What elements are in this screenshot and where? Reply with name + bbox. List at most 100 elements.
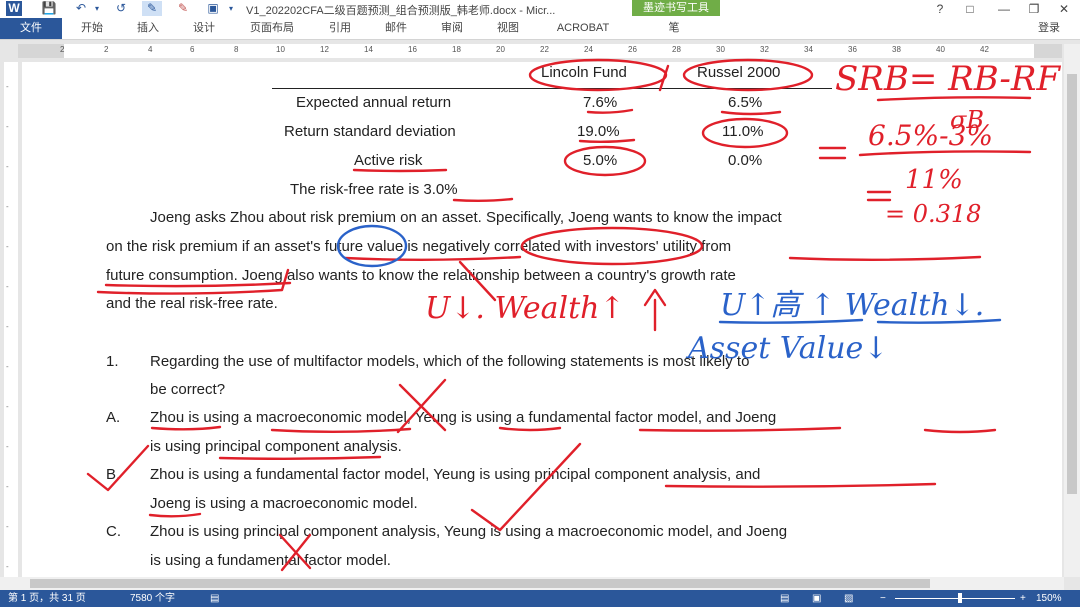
ruler-margin-left [18, 44, 64, 58]
table-cell: 0.0% [728, 152, 763, 169]
ruler-number: 10 [276, 45, 285, 54]
table-header-russel: Russel 2000 [697, 64, 781, 81]
ruler-number: 38 [892, 45, 901, 54]
option-line: Zhou is using a macroeconomic model, Yeu… [150, 409, 777, 426]
ruler-number: 28 [672, 45, 681, 54]
ruler-margin-right [1034, 44, 1062, 58]
ruler-tick: - [6, 362, 9, 371]
print-layout-icon[interactable]: ▣ [812, 590, 821, 607]
ruler-number: 32 [760, 45, 769, 54]
zoom-in-icon[interactable]: + [1020, 590, 1026, 607]
save-icon[interactable]: 💾 [40, 1, 58, 16]
table-row-label: Expected annual return [296, 94, 452, 111]
undo-icon[interactable]: ↶ [72, 1, 90, 16]
option-line: Zhou is using a fundamental factor model… [150, 466, 761, 483]
ruler-tick: - [6, 282, 9, 291]
table-top-border [272, 88, 832, 89]
redo-icon[interactable]: ↺ [112, 1, 130, 16]
ruler-number: 24 [584, 45, 593, 54]
question-line: Regarding the use of multifactor models,… [150, 353, 750, 370]
ruler-tick: - [6, 442, 9, 451]
tab-home[interactable]: 开始 [70, 18, 114, 39]
ruler-number: 34 [804, 45, 813, 54]
ruler-number: 30 [716, 45, 725, 54]
tab-design[interactable]: 设计 [182, 18, 226, 39]
tab-insert[interactable]: 插入 [126, 18, 170, 39]
horizontal-scroll-thumb[interactable] [30, 579, 930, 588]
ruler-tick: - [6, 322, 9, 331]
paragraph-line: Joeng asks Zhou about risk premium on an… [150, 209, 782, 226]
ruler-number: 2 [104, 45, 109, 54]
horizontal-scrollbar[interactable] [0, 577, 1064, 590]
paragraph-line: on the risk premium if an asset's future… [106, 238, 732, 255]
help-icon[interactable]: ? [926, 0, 954, 18]
option-line: Joeng is using a macroeconomic model. [150, 495, 418, 512]
vertical-ruler[interactable]: - - - - - - - - - - - - - [4, 62, 18, 577]
minimize-icon[interactable]: — [990, 0, 1018, 18]
restore-icon[interactable]: ❐ [1020, 0, 1048, 18]
option-letter: B. [106, 466, 121, 483]
option-letter: A. [106, 409, 121, 426]
ink-tools-context-tab[interactable]: 墨迹书写工具 [632, 0, 720, 16]
document-page[interactable]: Lincoln Fund Russel 2000 Expected annual… [22, 62, 1062, 577]
status-bar: 第 1 页，共 31 页 7580 个字 ▤ ▤ ▣ ▧ − + 150% [0, 590, 1080, 607]
table-header-lincoln: Lincoln Fund [541, 64, 627, 81]
tab-pen[interactable]: 笔 [652, 18, 696, 39]
table-cell: 19.0% [577, 123, 620, 140]
ruler-number: 22 [540, 45, 549, 54]
word-count[interactable]: 7580 个字 [130, 590, 175, 607]
proofing-icon[interactable]: ▤ [210, 590, 219, 607]
tab-references[interactable]: 引用 [318, 18, 362, 39]
read-mode-icon[interactable]: ▤ [780, 590, 789, 607]
zoom-out-icon[interactable]: − [880, 590, 886, 607]
customize-qa-icon[interactable]: ▾ [226, 1, 236, 16]
ruler-number: 16 [408, 45, 417, 54]
paragraph-line: and the real risk-free rate. [106, 295, 278, 312]
question-line: be correct? [150, 381, 226, 398]
sign-in-link[interactable]: 登录 [1038, 18, 1060, 39]
tab-mailings[interactable]: 邮件 [374, 18, 418, 39]
ribbon-display-icon[interactable]: □ [956, 0, 984, 18]
ruler-tick: - [6, 82, 9, 91]
tab-file[interactable]: 文件 [0, 18, 62, 39]
ruler-tick: - [6, 562, 9, 571]
horizontal-ruler[interactable]: 2 2 4 6 8 10 12 14 16 18 20 22 24 26 28 … [18, 44, 1062, 58]
ruler-number: 42 [980, 45, 989, 54]
close-icon[interactable]: ✕ [1050, 0, 1078, 18]
page-count[interactable]: 第 1 页，共 31 页 [8, 590, 86, 607]
ribbon-tab-bar: 文件 开始 插入 设计 页面布局 引用 邮件 审阅 视图 ACROBAT 笔 登… [0, 18, 1080, 40]
tab-page-layout[interactable]: 页面布局 [240, 18, 304, 39]
undo-dropdown-icon[interactable]: ▾ [92, 1, 102, 16]
zoom-slider-track[interactable] [895, 598, 1015, 599]
ruler-tick: - [6, 122, 9, 131]
web-layout-icon[interactable]: ▧ [844, 590, 853, 607]
ruler-number: 6 [190, 45, 195, 54]
ruler-number: 2 [60, 45, 65, 54]
option-line: is using principal component analysis. [150, 438, 402, 455]
ruler-number: 8 [234, 45, 239, 54]
risk-free-note: The risk-free rate is 3.0% [290, 181, 458, 198]
ruler-tick: - [6, 162, 9, 171]
ruler-tick: - [6, 202, 9, 211]
vertical-scroll-thumb[interactable] [1067, 74, 1077, 494]
layout-icon[interactable]: ▣ [204, 1, 222, 16]
ruler-tick: - [6, 242, 9, 251]
table-cell: 7.6% [583, 94, 618, 111]
option-letter: C. [106, 523, 121, 540]
title-bar: W 💾 ↶ ▾ ↺ ✎ ✎ ▣ ▾ V1_202202CFA二级百题预测_组合预… [0, 0, 1080, 18]
pen-icon[interactable]: ✎ [142, 1, 162, 16]
zoom-level[interactable]: 150% [1036, 590, 1062, 607]
ruler-tick: - [6, 482, 9, 491]
table-cell: 11.0% [722, 123, 764, 140]
ruler-number: 14 [364, 45, 373, 54]
tab-acrobat[interactable]: ACROBAT [548, 18, 618, 39]
vertical-scrollbar[interactable] [1064, 44, 1080, 577]
tab-review[interactable]: 审阅 [430, 18, 474, 39]
ruler-number: 4 [148, 45, 153, 54]
ruler-number: 40 [936, 45, 945, 54]
option-line: Zhou is using principal component analys… [150, 523, 788, 540]
ruler-tick: - [6, 402, 9, 411]
zoom-slider-thumb[interactable] [958, 593, 962, 603]
highlighter-icon[interactable]: ✎ [174, 1, 192, 16]
tab-view[interactable]: 视图 [486, 18, 530, 39]
